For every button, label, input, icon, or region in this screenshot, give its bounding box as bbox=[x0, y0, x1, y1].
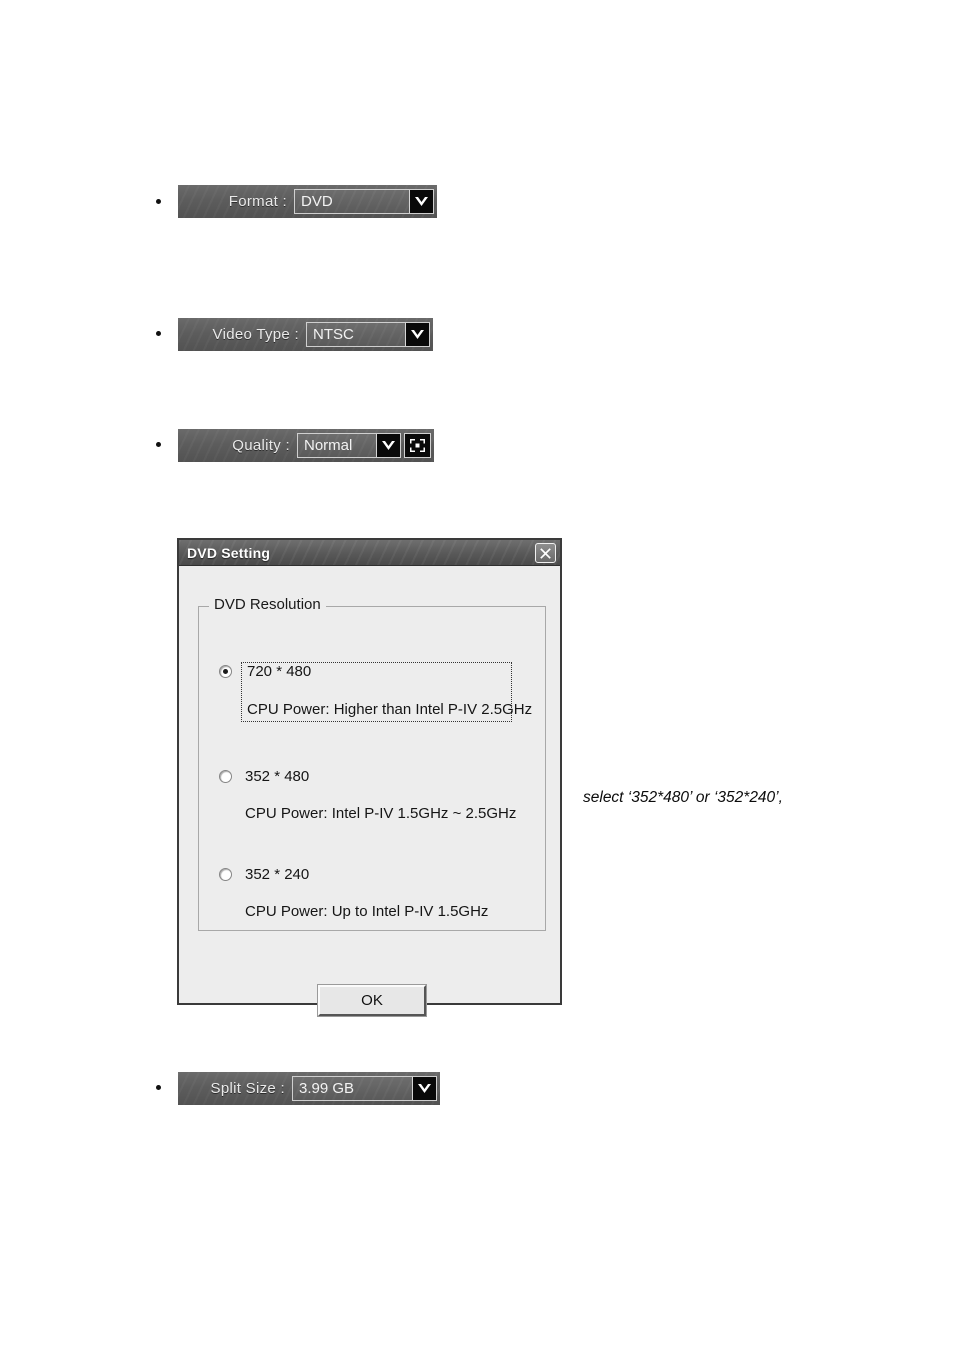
video-type-value: NTSC bbox=[307, 323, 405, 346]
format-label: Format : bbox=[228, 193, 287, 210]
resolution-option-description: CPU Power: Intel P-IV 1.5GHz ~ 2.5GHz bbox=[245, 805, 517, 822]
quality-value: Normal bbox=[298, 434, 376, 457]
split-size-value: 3.99 GB bbox=[293, 1077, 412, 1100]
chevron-down-icon[interactable] bbox=[376, 434, 400, 457]
format-combobox[interactable]: DVD bbox=[294, 189, 434, 214]
chevron-down-icon[interactable] bbox=[409, 190, 433, 213]
resolution-option-label: 352 * 240 bbox=[245, 866, 310, 883]
bullet-marker-video-type bbox=[156, 331, 161, 336]
split-size-label: Split Size : bbox=[210, 1080, 285, 1097]
side-note-text: select ‘352*480’ or ‘352*240’, bbox=[583, 789, 783, 806]
dvd-resolution-groupbox: DVD Resolution 720 * 480 CPU Power: High… bbox=[198, 596, 546, 931]
split-size-setting-strip: Split Size : 3.99 GB bbox=[178, 1072, 440, 1105]
bullet-marker-format bbox=[156, 199, 161, 204]
dvd-setting-dialog: DVD Setting DVD Resolution 720 * 480 CPU… bbox=[177, 538, 562, 1017]
dvd-resolution-groupbox-title: DVD Resolution bbox=[209, 596, 326, 613]
video-type-label: Video Type : bbox=[212, 326, 299, 343]
resolution-option-description: CPU Power: Higher than Intel P-IV 2.5GHz bbox=[247, 701, 533, 718]
dialog-title: DVD Setting bbox=[187, 544, 271, 561]
video-type-combobox[interactable]: NTSC bbox=[306, 322, 430, 347]
radio-352-480[interactable] bbox=[219, 770, 232, 783]
fullscreen-expand-icon[interactable] bbox=[404, 433, 431, 458]
dialog-body: DVD Resolution 720 * 480 CPU Power: High… bbox=[179, 566, 560, 1017]
format-value: DVD bbox=[295, 190, 409, 213]
quality-setting-strip: Quality : Normal bbox=[178, 429, 434, 462]
close-icon[interactable] bbox=[535, 543, 556, 563]
radio-720-480[interactable] bbox=[219, 665, 232, 678]
quality-combobox[interactable]: Normal bbox=[297, 433, 401, 458]
radio-352-240[interactable] bbox=[219, 868, 232, 881]
ok-button[interactable]: OK bbox=[317, 984, 427, 1017]
split-size-combobox[interactable]: 3.99 GB bbox=[292, 1076, 437, 1101]
bullet-marker-split-size bbox=[156, 1085, 161, 1090]
resolution-option-label: 352 * 480 bbox=[245, 768, 310, 785]
resolution-option-description: CPU Power: Up to Intel P-IV 1.5GHz bbox=[245, 903, 489, 920]
dialog-titlebar[interactable]: DVD Setting bbox=[179, 540, 560, 566]
chevron-down-icon[interactable] bbox=[405, 323, 429, 346]
format-setting-strip: Format : DVD bbox=[178, 185, 437, 218]
resolution-option-label: 720 * 480 bbox=[247, 663, 312, 680]
quality-label: Quality : bbox=[232, 437, 290, 454]
video-type-setting-strip: Video Type : NTSC bbox=[178, 318, 433, 351]
bullet-marker-quality bbox=[156, 442, 161, 447]
chevron-down-icon[interactable] bbox=[412, 1077, 436, 1100]
